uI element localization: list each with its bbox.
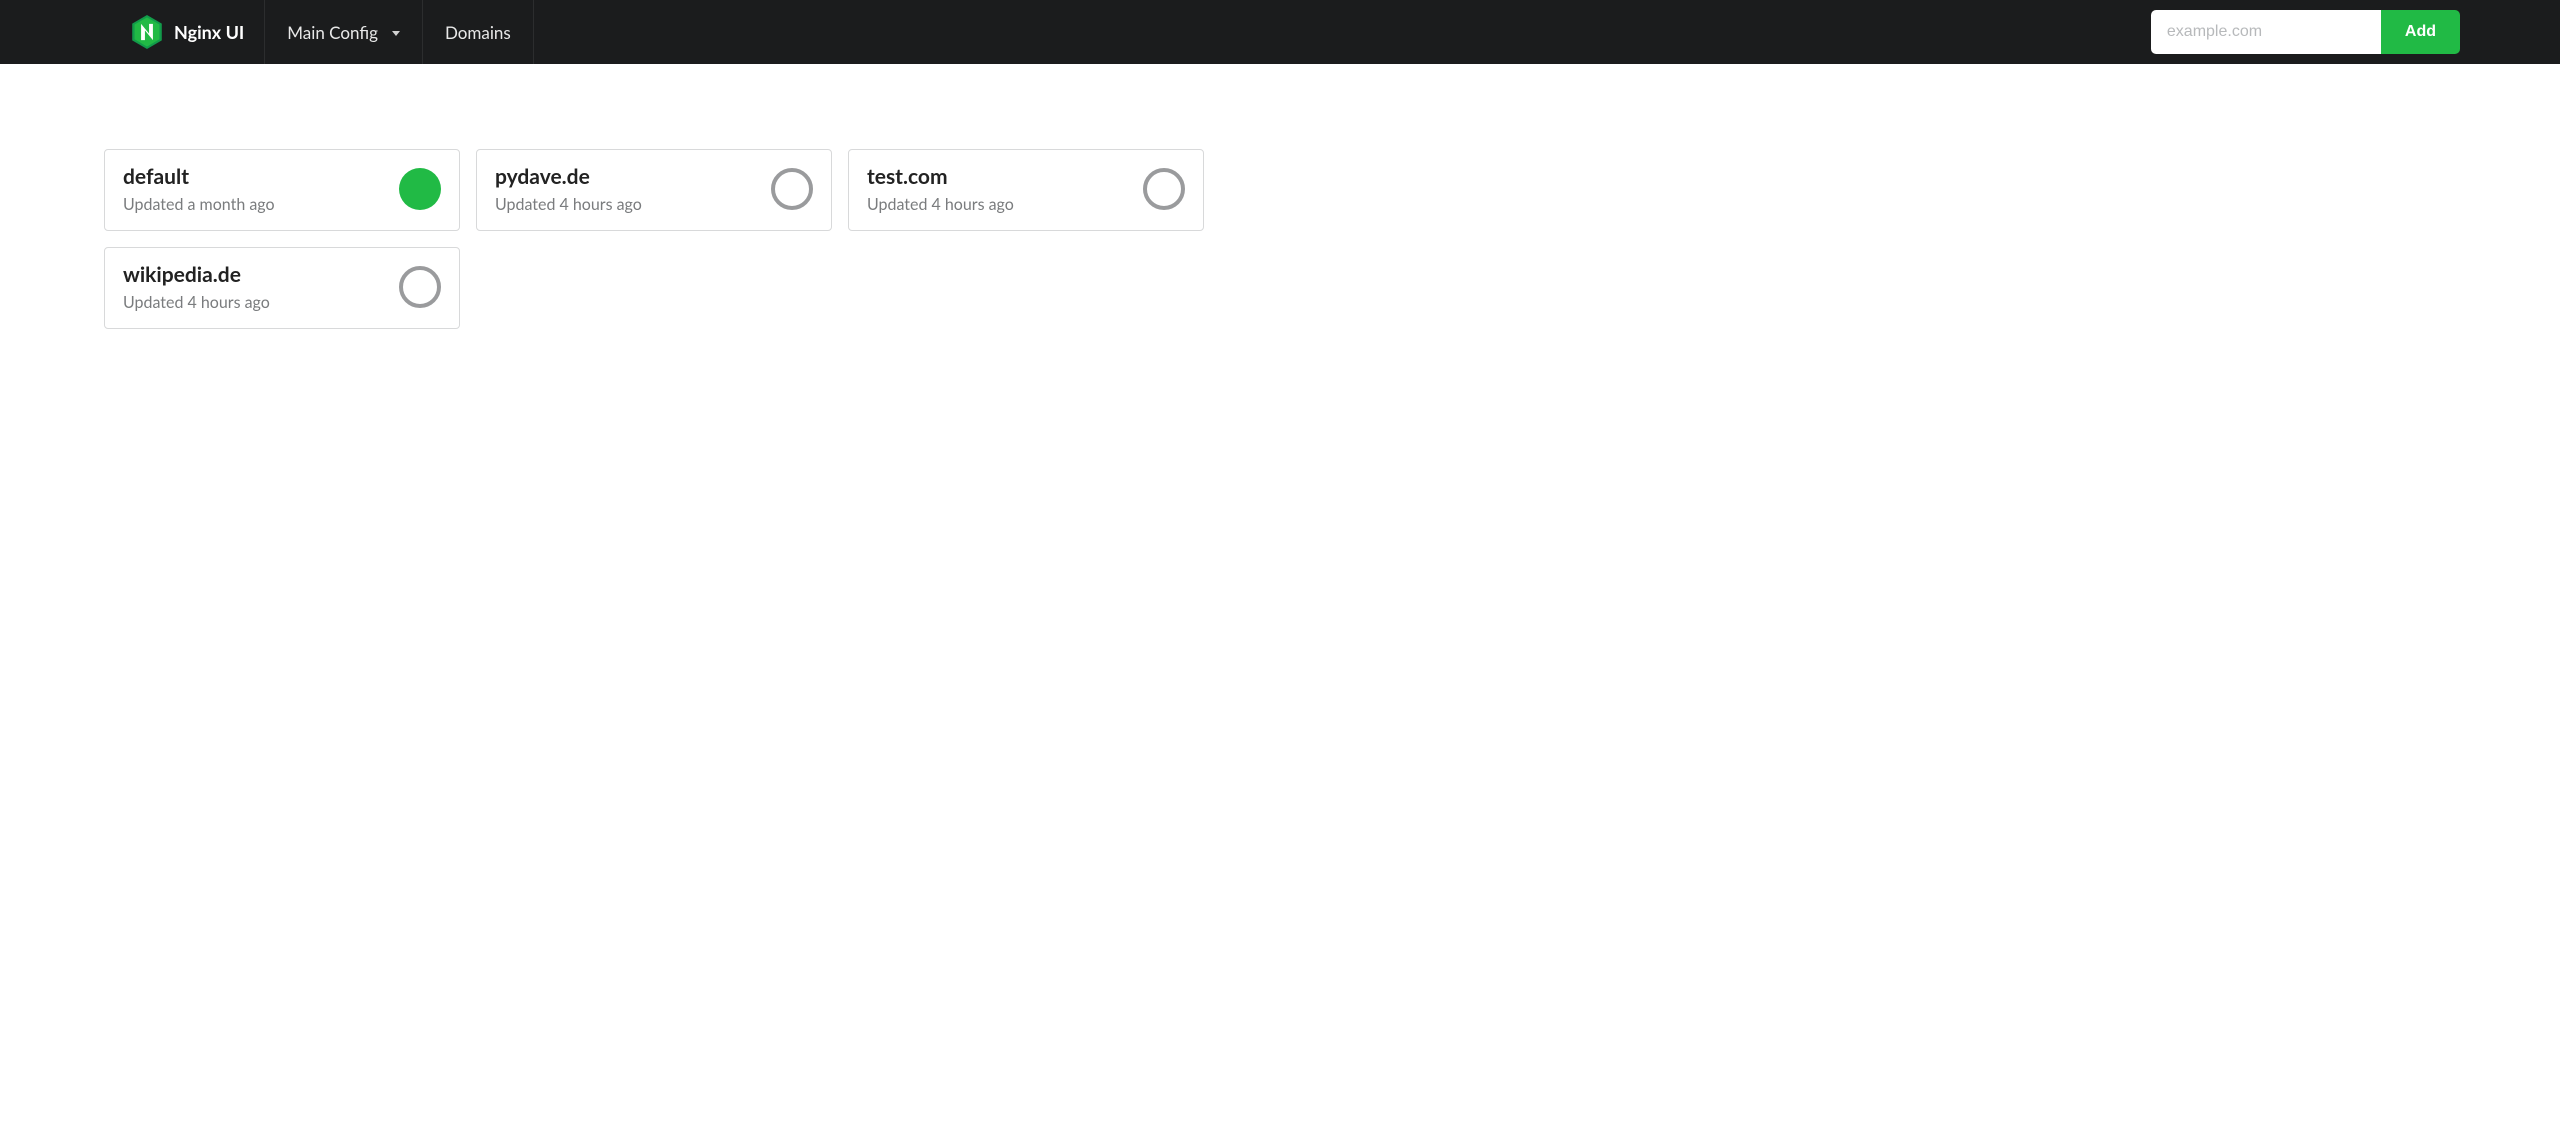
domain-input[interactable]: [2151, 10, 2381, 54]
status-enabled-icon[interactable]: [399, 168, 441, 210]
domain-updated: Updated a month ago: [123, 195, 275, 214]
nav-right: Add: [2151, 0, 2460, 64]
domain-name: wikipedia.de: [123, 262, 270, 287]
domain-updated: Updated 4 hours ago: [123, 293, 270, 312]
nav-main-config-label: Main Config: [287, 22, 378, 43]
brand-name: Nginx UI: [174, 21, 244, 43]
nginx-logo-icon: [132, 15, 162, 49]
status-disabled-icon[interactable]: [1143, 168, 1185, 210]
domain-card[interactable]: wikipedia.de Updated 4 hours ago: [104, 247, 460, 329]
domain-card[interactable]: pydave.de Updated 4 hours ago: [476, 149, 832, 231]
status-disabled-icon[interactable]: [771, 168, 813, 210]
domain-card-text: default Updated a month ago: [123, 164, 275, 214]
domain-card[interactable]: default Updated a month ago: [104, 149, 460, 231]
chevron-down-icon: [392, 31, 400, 36]
add-domain-form: Add: [2151, 10, 2460, 54]
domain-updated: Updated 4 hours ago: [867, 195, 1014, 214]
domain-card-text: test.com Updated 4 hours ago: [867, 164, 1014, 214]
domain-name: test.com: [867, 164, 1014, 189]
domain-name: pydave.de: [495, 164, 642, 189]
domain-cards: default Updated a month ago pydave.de Updat…: [104, 149, 1296, 329]
status-disabled-icon[interactable]: [399, 266, 441, 308]
domain-updated: Updated 4 hours ago: [495, 195, 642, 214]
domain-card-text: pydave.de Updated 4 hours ago: [495, 164, 642, 214]
content: default Updated a month ago pydave.de Updat…: [0, 64, 1400, 414]
brand[interactable]: Nginx UI: [128, 0, 265, 64]
nav-domains-label: Domains: [445, 22, 511, 43]
domain-card-text: wikipedia.de Updated 4 hours ago: [123, 262, 270, 312]
add-button[interactable]: Add: [2381, 10, 2460, 54]
nav-main-config[interactable]: Main Config: [265, 0, 423, 64]
navbar: Nginx UI Main Config Domains Add: [0, 0, 2560, 64]
nav-domains[interactable]: Domains: [423, 0, 534, 64]
domain-card[interactable]: test.com Updated 4 hours ago: [848, 149, 1204, 231]
domain-name: default: [123, 164, 275, 189]
